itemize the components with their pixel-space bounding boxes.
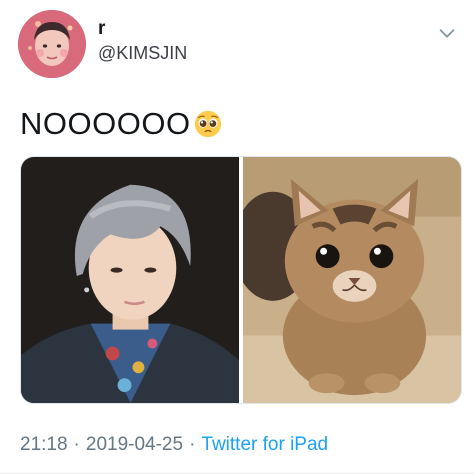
display-name[interactable]: r <box>98 18 105 40</box>
chevron-down-icon[interactable] <box>436 22 458 44</box>
meta-separator: · <box>73 434 80 455</box>
pleading-face-emoji-icon <box>193 109 223 139</box>
tweet-card: r @KIMSJIN NOOOOOO 21:18 · 2019-04-25 · … <box>0 0 474 474</box>
tweet-text: NOOOOOO <box>20 106 223 142</box>
meta-separator: · <box>189 434 196 455</box>
photo-kitten[interactable] <box>243 157 461 403</box>
tweet-text-content: NOOOOOO <box>20 106 191 141</box>
tweet-time[interactable]: 21:18 <box>20 434 68 456</box>
tweet-meta: 21:18 · 2019-04-25 · Twitter for iPad <box>20 434 328 456</box>
user-handle[interactable]: @KIMSJIN <box>98 43 187 64</box>
media-grid <box>20 156 462 404</box>
tweet-date[interactable]: 2019-04-25 <box>86 434 183 456</box>
photo-person[interactable] <box>21 157 239 403</box>
tweet-source-link[interactable]: Twitter for iPad <box>201 434 328 456</box>
avatar-image <box>18 10 86 78</box>
avatar[interactable] <box>18 10 86 78</box>
